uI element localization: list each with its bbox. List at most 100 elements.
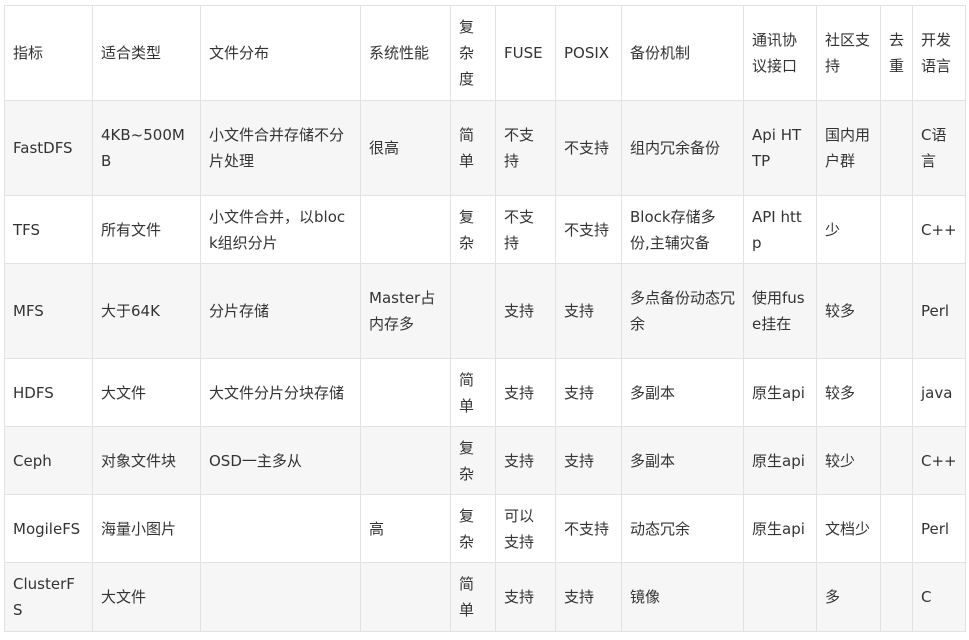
table-cell: 复杂	[450, 494, 496, 563]
table-row: MogileFS 海量小图片 高复杂 可以支持 不支持 动态冗余 原生api 文档少 Perl	[4, 494, 966, 563]
row-label-cell: ClusterFS	[4, 562, 93, 632]
table-cell: 支持	[495, 426, 556, 495]
table-cell: 小文件合并存储不分片处理	[200, 100, 361, 196]
header-cell: POSIX	[555, 5, 622, 101]
table-cell: 支持	[495, 263, 556, 359]
table-cell: 大文件	[92, 562, 201, 632]
table-cell: 不支持	[555, 494, 622, 563]
table-cell	[880, 263, 913, 359]
table-cell: 所有文件	[92, 195, 201, 264]
row-label-cell: HDFS	[4, 358, 93, 427]
table-cell: 多副本	[621, 426, 744, 495]
table-cell	[880, 358, 913, 427]
table-cell: 多点备份动态冗余	[621, 263, 744, 359]
table-cell: Perl	[912, 494, 966, 563]
table-cell: 原生api	[743, 358, 817, 427]
table-cell	[450, 263, 496, 359]
table-cell: API http	[743, 195, 817, 264]
table-cell: 分片存储	[200, 263, 361, 359]
table-cell: 不支持	[495, 100, 556, 196]
header-cell: 文件分布	[200, 5, 361, 101]
table-cell: 较少	[816, 426, 881, 495]
header-cell: 社区支持	[816, 5, 881, 101]
table-cell	[880, 100, 913, 196]
header-cell: 适合类型	[92, 5, 201, 101]
table-cell: 不支持	[555, 195, 622, 264]
table-cell: 支持	[495, 562, 556, 632]
table-cell	[743, 562, 817, 632]
table-cell	[360, 358, 451, 427]
table-row: FastDFS 4KB~500MB 小文件合并存储不分片处理 很高 简单 不支持 不支持 组内…	[4, 100, 966, 196]
table-cell: Master占内存多	[360, 263, 451, 359]
table-body: 指标 适合类型 文件分布 系统性能 复杂度 FUSE POSIX 备份机制 通讯…	[4, 5, 966, 632]
header-cell: 去重	[880, 5, 913, 101]
table-cell: 动态冗余	[621, 494, 744, 563]
table-cell: 简单	[450, 562, 496, 632]
table-cell: 镜像	[621, 562, 744, 632]
table-cell	[360, 426, 451, 495]
table-cell: 复杂	[450, 426, 496, 495]
table-cell: 少	[816, 195, 881, 264]
table-cell	[880, 494, 913, 563]
row-label-cell: TFS	[4, 195, 93, 264]
table-cell: 使用fuse挂在	[743, 263, 817, 359]
table-cell: 支持	[555, 426, 622, 495]
header-cell: 复杂度	[450, 5, 496, 101]
table-cell: Api HTTP	[743, 100, 817, 196]
table-cell: 原生api	[743, 494, 817, 563]
table-row: TFS 所有文件 小文件合并，以block组织分片 复杂 不支持 不支持 Block存储多份…	[4, 195, 966, 264]
table-cell: C++	[912, 195, 966, 264]
table-cell: 简单	[450, 358, 496, 427]
header-row: 指标 适合类型 文件分布 系统性能 复杂度 FUSE POSIX 备份机制 通讯…	[4, 5, 966, 101]
table-cell: 较多	[816, 263, 881, 359]
header-cell: 系统性能	[360, 5, 451, 101]
table-row: Ceph 对象文件块 OSD一主多从 复杂 支持 支持 多副本 原生api 较少 C++	[4, 426, 966, 495]
table-cell: Block存储多份,主辅灾备	[621, 195, 744, 264]
table-cell: C	[912, 562, 966, 632]
table-cell: 组内冗余备份	[621, 100, 744, 196]
table-cell: Perl	[912, 263, 966, 359]
table-cell	[360, 562, 451, 632]
table-cell: 不支持	[495, 195, 556, 264]
table-cell: 对象文件块	[92, 426, 201, 495]
header-cell: 开发语言	[912, 5, 966, 101]
table-cell: 国内用户群	[816, 100, 881, 196]
header-cell: FUSE	[495, 5, 556, 101]
row-label-cell: MogileFS	[4, 494, 93, 563]
table-cell	[360, 195, 451, 264]
table-cell: 支持	[495, 358, 556, 427]
table-cell: 支持	[555, 562, 622, 632]
row-label-cell: MFS	[4, 263, 93, 359]
table-cell: 较多	[816, 358, 881, 427]
table-row: MFS 大于64K 分片存储 Master占内存多 支持 支持 多点备份动态冗余 使用fuse…	[4, 263, 966, 359]
table-cell: 大文件分片分块存储	[200, 358, 361, 427]
table-cell	[880, 195, 913, 264]
table-cell: 支持	[555, 358, 622, 427]
table-cell: 复杂	[450, 195, 496, 264]
table-cell: 简单	[450, 100, 496, 196]
comparison-table: 指标 适合类型 文件分布 系统性能 复杂度 FUSE POSIX 备份机制 通讯…	[4, 5, 966, 632]
table-cell	[200, 562, 361, 632]
table-cell: 多	[816, 562, 881, 632]
table-cell	[880, 562, 913, 632]
table-cell: 多副本	[621, 358, 744, 427]
header-cell: 通讯协议接口	[743, 5, 817, 101]
row-label-cell: FastDFS	[4, 100, 93, 196]
table-cell: java	[912, 358, 966, 427]
table-cell: 大于64K	[92, 263, 201, 359]
header-cell: 备份机制	[621, 5, 744, 101]
table-cell	[880, 426, 913, 495]
table-cell: 很高	[360, 100, 451, 196]
table-cell: 海量小图片	[92, 494, 201, 563]
table-row: HDFS 大文件 大文件分片分块存储 简单 支持 支持 多副本 原生api 较多 java	[4, 358, 966, 427]
table-cell: 可以支持	[495, 494, 556, 563]
table-cell: 文档少	[816, 494, 881, 563]
table-cell: 小文件合并，以block组织分片	[200, 195, 361, 264]
table-cell: 4KB~500MB	[92, 100, 201, 196]
table-cell: OSD一主多从	[200, 426, 361, 495]
row-label-cell: Ceph	[4, 426, 93, 495]
table-cell: C语言	[912, 100, 966, 196]
table-cell: C++	[912, 426, 966, 495]
table-cell: 支持	[555, 263, 622, 359]
table-cell	[200, 494, 361, 563]
